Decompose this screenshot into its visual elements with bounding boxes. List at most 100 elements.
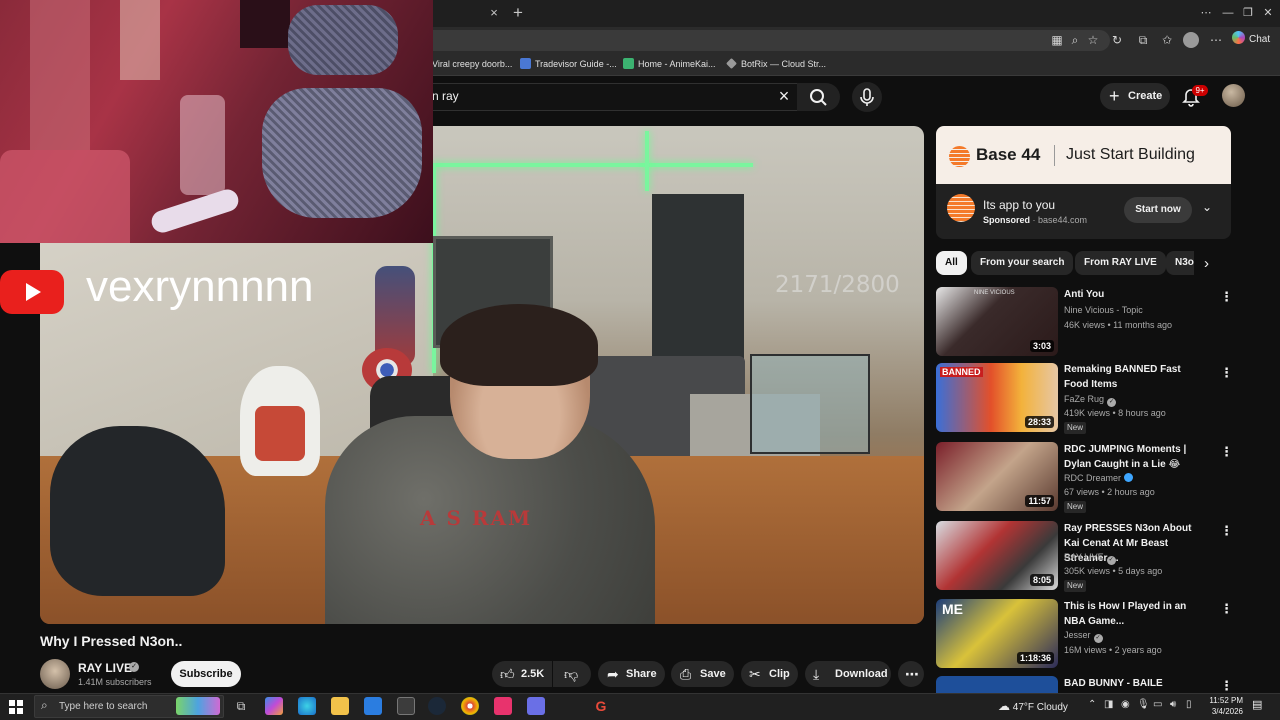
clip-button[interactable]: ✂ Clip: [741, 661, 798, 687]
chrome-icon[interactable]: [461, 697, 479, 715]
apps-icon[interactable]: ▦: [1048, 31, 1066, 49]
account-avatar[interactable]: [1222, 84, 1245, 107]
g-app-icon[interactable]: G: [592, 697, 610, 715]
chip-n3on[interactable]: N3on: [1166, 251, 1194, 275]
refresh-icon[interactable]: ↻: [1108, 31, 1126, 49]
maximize-button[interactable]: ❐: [1238, 5, 1258, 21]
minimize-button[interactable]: —: [1218, 5, 1238, 21]
split-screen-icon[interactable]: ⧉: [1134, 31, 1152, 49]
chevron-down-icon[interactable]: ⌄: [1202, 200, 1212, 214]
weather-widget[interactable]: ☁ 47°F Cloudy: [998, 699, 1068, 713]
profile-icon[interactable]: [1183, 32, 1199, 48]
ad-banner[interactable]: Base 44 Just Start Building: [936, 126, 1231, 184]
copilot-chat-button[interactable]: Chat: [1232, 30, 1278, 50]
bookmark-label: Viral creepy doorb...: [432, 59, 513, 69]
channel-line: Jesser ✓: [1064, 630, 1103, 643]
recommendation-item[interactable]: BANNED 28:33 Remaking BANNED Fast Food I…: [936, 363, 1236, 435]
save-button[interactable]: ⎙ Save: [671, 661, 734, 687]
recommendation-item[interactable]: NINE VICIOUS 3:03 Anti You Nine Vicious …: [936, 287, 1236, 359]
video-meta: 46K views • 11 months ago: [1064, 320, 1173, 330]
video-title: This is How I Played in an NBA Game...: [1064, 601, 1187, 627]
zoom-icon[interactable]: ⌕: [1066, 31, 1084, 49]
channel-avatar[interactable]: [40, 659, 70, 689]
store-icon[interactable]: [397, 697, 415, 715]
search-icon: [810, 89, 827, 106]
search-button[interactable]: [797, 83, 840, 111]
start-button[interactable]: [9, 700, 23, 714]
chip-all[interactable]: All: [936, 251, 967, 275]
dislike-button[interactable]: 👎︎: [553, 661, 591, 687]
file-explorer-icon[interactable]: [331, 697, 349, 715]
more-vert-icon[interactable]: ⋮: [1220, 678, 1233, 693]
task-view-icon[interactable]: ⧉: [232, 697, 250, 715]
scissors-icon: ✂: [749, 666, 761, 682]
bookmark-item[interactable]: Home - AnimeKai...: [623, 56, 716, 72]
subscribe-button[interactable]: Subscribe: [171, 661, 241, 687]
channel-name: RAY LIVE: [1064, 552, 1104, 562]
create-button[interactable]: + Create: [1100, 83, 1170, 110]
search-icon: ⌕: [41, 698, 48, 712]
recommendation-item[interactable]: ME 1:18:36 This is How I Played in an NB…: [936, 599, 1236, 671]
close-window-button[interactable]: ✕: [1258, 5, 1278, 21]
download-button[interactable]: ⤓ Download: [805, 661, 891, 687]
app-icon[interactable]: [527, 697, 545, 715]
tray-icon[interactable]: ◉: [1121, 699, 1130, 710]
more-tabs-icon[interactable]: ⋯: [1196, 5, 1216, 21]
address-bar[interactable]: [420, 30, 1110, 51]
video-thumbnail[interactable]: 11:57: [936, 442, 1058, 511]
microphone-tray-icon[interactable]: 🎙︎: [1137, 699, 1150, 710]
taskbar-clock[interactable]: 11:52 PM 3/4/2026: [1203, 695, 1243, 717]
tiktok-icon[interactable]: [494, 697, 512, 715]
bookmark-item[interactable]: BotRix — Cloud Str...: [726, 56, 826, 72]
search-input[interactable]: [420, 83, 798, 111]
more-vert-icon[interactable]: ⋮: [1220, 289, 1233, 305]
sponsored-ad-card[interactable]: Base 44 Just Start Building Its app to y…: [936, 126, 1231, 239]
more-vert-icon[interactable]: ⋮: [1220, 523, 1233, 539]
chip-from-your-search[interactable]: From your search: [971, 251, 1074, 275]
tray-icon[interactable]: ◨: [1104, 699, 1113, 710]
new-tab-button[interactable]: +: [510, 3, 526, 23]
chevron-right-icon[interactable]: ›: [1204, 255, 1209, 272]
start-now-button[interactable]: Start now: [1124, 197, 1192, 223]
more-actions-button[interactable]: ⋯: [898, 661, 924, 687]
battery-icon[interactable]: ▯: [1186, 699, 1192, 710]
edge-browser-icon[interactable]: [298, 697, 316, 715]
tab-close-button[interactable]: ×: [487, 4, 501, 22]
notification-center-icon[interactable]: ▤: [1252, 698, 1268, 714]
mail-icon[interactable]: [364, 697, 382, 715]
video-thumbnail[interactable]: BANNED 28:33: [936, 363, 1058, 432]
more-vert-icon[interactable]: ⋮: [1220, 365, 1233, 381]
like-button[interactable]: 👍︎ 2.5K: [492, 661, 552, 687]
bookmark-item[interactable]: Tradevisor Guide -...: [520, 56, 617, 72]
tray-chevron-icon[interactable]: ⌃: [1088, 699, 1096, 710]
video-meta: 16M views • 2 years ago: [1064, 645, 1162, 655]
recommendation-item[interactable]: 11:57 RDC JUMPING Moments | Dylan Caught…: [936, 442, 1236, 514]
clear-search-icon[interactable]: ×: [775, 86, 793, 106]
share-button[interactable]: ➦ Share: [598, 661, 665, 687]
more-vert-icon[interactable]: ⋮: [1220, 444, 1233, 460]
copilot-app-icon[interactable]: [265, 697, 283, 715]
recommendation-item[interactable]: BAD BUNNY - BAILE ⋮: [936, 676, 1236, 693]
clock-time: 11:52 PM: [1209, 696, 1243, 705]
recommendation-item[interactable]: 8:05 Ray PRESSES N3on About Kai Cenat At…: [936, 521, 1236, 593]
video-thumbnail[interactable]: [936, 676, 1058, 693]
channel-name[interactable]: RAY LIVE: [78, 661, 132, 675]
voice-search-button[interactable]: [852, 82, 882, 112]
bookmark-icon: ⎙: [680, 666, 692, 682]
video-thumbnail[interactable]: 8:05: [936, 521, 1058, 590]
volume-icon[interactable]: 🔊︎: [1170, 699, 1176, 710]
favorites-icon[interactable]: ✩: [1158, 31, 1176, 49]
bookmark-item[interactable]: Viral creepy doorb...: [432, 56, 512, 72]
video-thumbnail[interactable]: NINE VICIOUS 3:03: [936, 287, 1058, 356]
create-label: Create: [1128, 90, 1163, 102]
search-highlight-icon[interactable]: [176, 697, 220, 715]
more-vert-icon[interactable]: ⋮: [1220, 601, 1233, 617]
video-thumbnail[interactable]: ME 1:18:36: [936, 599, 1058, 668]
steam-icon[interactable]: [428, 697, 446, 715]
more-menu-icon[interactable]: ⋯: [1207, 31, 1225, 49]
favorite-star-icon[interactable]: ☆: [1084, 31, 1102, 49]
bookmark-label: BotRix — Cloud Str...: [741, 59, 827, 69]
network-icon[interactable]: ▭: [1153, 699, 1162, 710]
save-label: Save: [700, 668, 726, 680]
chip-from-ray-live[interactable]: From RAY LIVE: [1075, 251, 1166, 275]
